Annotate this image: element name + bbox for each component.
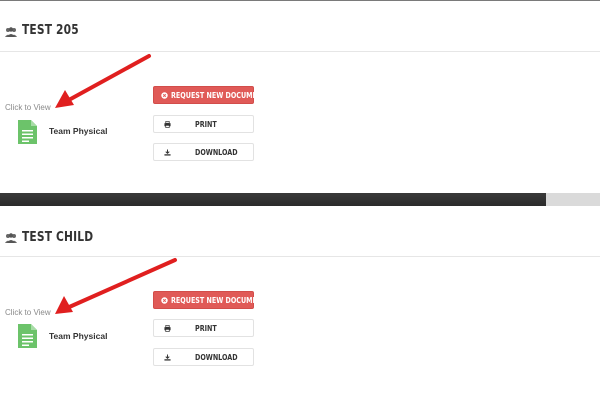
red-arrow-annotation: [55, 54, 151, 108]
print-button-label: PRINT: [195, 119, 217, 129]
child-panel-test-205: TEST 205 Click to View Team Physical REQ…: [0, 1, 600, 193]
red-arrow-annotation: [55, 258, 177, 314]
download-button-label: DOWNLOAD: [195, 147, 238, 157]
print-button[interactable]: PRINT: [153, 319, 254, 337]
click-to-view-label: Click to View: [5, 103, 51, 112]
download-button[interactable]: DOWNLOAD: [153, 143, 254, 161]
print-icon: [164, 120, 171, 128]
download-icon: [164, 353, 171, 361]
panel-header: TEST CHILD: [0, 206, 600, 257]
print-button[interactable]: PRINT: [153, 115, 254, 133]
print-icon: [164, 324, 171, 332]
document-name-link[interactable]: Team Physical: [49, 331, 107, 341]
users-icon: [5, 27, 17, 37]
panel-header: TEST 205: [0, 1, 600, 52]
print-button-label: PRINT: [195, 323, 217, 333]
download-button[interactable]: DOWNLOAD: [153, 348, 254, 366]
document-icon[interactable]: [18, 324, 37, 348]
panel-title: TEST 205: [22, 23, 79, 38]
child-panel-test-child: TEST CHILD Click to View Team Physical R…: [0, 206, 600, 400]
document-name-link[interactable]: Team Physical: [49, 126, 107, 136]
x-circle-icon: [161, 91, 168, 99]
request-button-label: REQUEST NEW DOCUMENT: [171, 295, 267, 305]
download-icon: [164, 148, 171, 156]
click-to-view-label: Click to View: [5, 308, 51, 317]
panel-title: TEST CHILD: [22, 230, 94, 245]
panel-divider: [0, 193, 600, 206]
request-new-document-button[interactable]: REQUEST NEW DOCUMENT: [153, 86, 267, 104]
request-button-label: REQUEST NEW DOCUMENT: [171, 90, 267, 100]
users-icon: [5, 233, 17, 243]
document-icon[interactable]: [18, 120, 37, 144]
download-button-label: DOWNLOAD: [195, 352, 238, 362]
